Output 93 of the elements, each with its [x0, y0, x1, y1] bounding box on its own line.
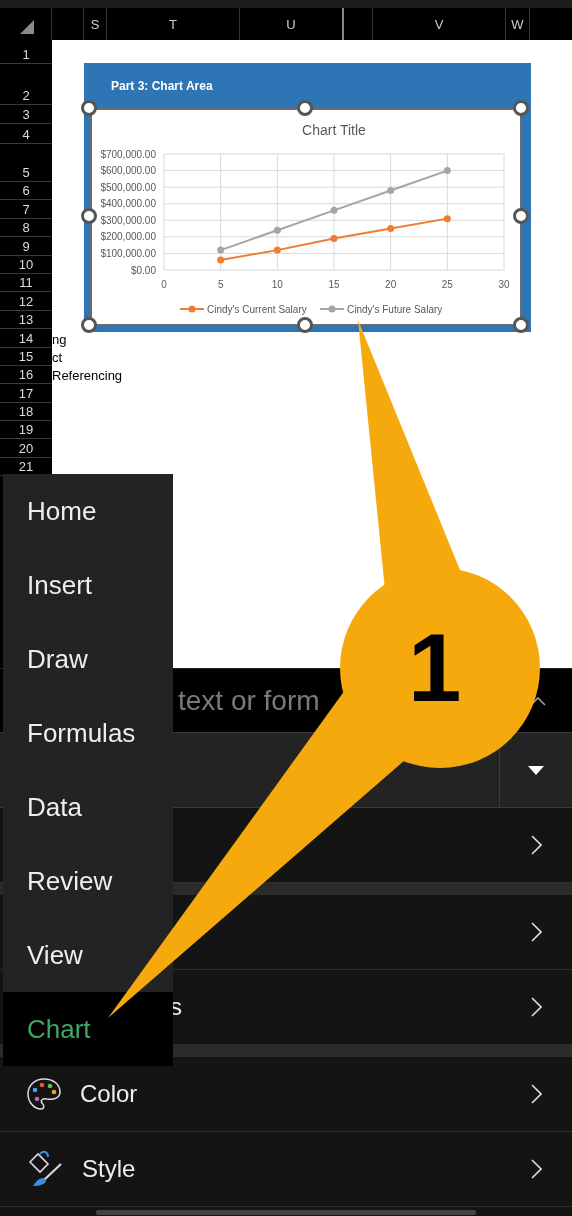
select-all-icon[interactable]: [20, 20, 34, 34]
menu-item[interactable]: Formulas: [3, 696, 173, 770]
y-tick-label: $0.00: [130, 264, 156, 276]
chevron-right-icon: [531, 1084, 542, 1104]
menu-item[interactable]: Review: [3, 844, 173, 918]
cell-text: ct: [52, 349, 63, 365]
resize-handle[interactable]: [513, 208, 529, 224]
y-tick-label: $200,000.00: [100, 231, 156, 243]
row-number[interactable]: 16: [18, 367, 34, 383]
column-header[interactable]: V: [434, 16, 444, 32]
row-label: Color: [80, 1080, 138, 1108]
paint-brush-icon: [26, 1150, 64, 1188]
data-point: [443, 215, 451, 223]
column-header[interactable]: T: [169, 16, 177, 32]
row-number[interactable]: 19: [18, 422, 34, 438]
row-number[interactable]: 14: [18, 330, 34, 346]
data-point: [330, 235, 338, 242]
column-header[interactable]: W: [511, 16, 524, 32]
row-number[interactable]: 9: [22, 238, 30, 254]
y-tick-label: $100,000.00: [100, 247, 156, 259]
callout-number: 1: [408, 620, 462, 716]
x-tick-label: 20: [385, 279, 397, 290]
row-number[interactable]: 15: [18, 348, 34, 364]
row-number[interactable]: 4: [22, 127, 30, 142]
row-number[interactable]: 2: [22, 88, 30, 103]
chart-object[interactable]: Part 3: Chart Area Chart Title $0.00 $100,000.00 $200,000.00 $300,000.00 $400,000.00 $500,000.00 $600,000.00 $700,000.00 0 5 10 15 20 25 30 Cindy's Current Salary Cindy's Future Salary: [84, 63, 531, 332]
x-tick-label: 10: [271, 279, 283, 290]
resize-handle[interactable]: [81, 208, 97, 224]
data-point: [217, 246, 225, 254]
resize-handle[interactable]: [513, 317, 529, 333]
legend-marker-icon: [319, 305, 345, 313]
resize-handle[interactable]: [297, 100, 313, 116]
row-number[interactable]: 8: [22, 220, 30, 236]
data-point: [443, 167, 451, 175]
row-label: Style: [82, 1155, 136, 1183]
row-number[interactable]: 13: [18, 312, 34, 328]
column-header[interactable]: S: [90, 16, 100, 32]
row-number[interactable]: 18: [18, 404, 34, 420]
row-number[interactable]: 3: [22, 107, 30, 122]
row-number[interactable]: 12: [18, 293, 34, 309]
menu-item[interactable]: Home: [3, 474, 173, 548]
chart-header-text: Part 3: Chart Area: [111, 78, 213, 93]
data-point: [273, 226, 281, 234]
y-tick-label: $600,000.00: [100, 165, 156, 177]
settings-row[interactable]: Style: [0, 1132, 572, 1207]
chart-title: Chart Title: [302, 122, 366, 138]
row-number[interactable]: 11: [19, 275, 33, 291]
data-point: [330, 206, 338, 214]
x-tick-label: 0: [161, 279, 167, 290]
cell-text: ng: [52, 331, 67, 347]
chevron-right-icon: [531, 997, 542, 1017]
x-tick-label: 5: [217, 279, 224, 290]
x-tick-label: 30: [498, 279, 510, 290]
menu-item[interactable]: Draw: [3, 622, 173, 696]
chevron-right-icon: [531, 835, 542, 855]
menu-item[interactable]: Chart: [3, 992, 173, 1066]
menu-item[interactable]: Data: [3, 770, 173, 844]
legend-label: Cindy's Future Salary: [347, 303, 443, 315]
column-header[interactable]: U: [286, 16, 296, 32]
data-point: [217, 256, 225, 264]
data-point: [387, 225, 395, 233]
row-number[interactable]: 7: [22, 201, 30, 217]
chevron-right-icon: [531, 922, 542, 942]
y-tick-label: $700,000.00: [100, 148, 156, 160]
chevron-right-icon: [531, 1159, 542, 1179]
x-tick-label: 25: [441, 279, 453, 290]
y-tick-label: $500,000.00: [100, 181, 156, 193]
row-number[interactable]: 21: [18, 459, 34, 475]
row-number[interactable]: 20: [18, 440, 34, 456]
scrollbar[interactable]: [96, 1210, 476, 1215]
cell-text: Referencing: [52, 368, 123, 384]
data-point: [273, 246, 281, 254]
resize-handle[interactable]: [513, 100, 529, 116]
palette-icon: [26, 1076, 62, 1112]
y-tick-label: $400,000.00: [100, 198, 156, 210]
resize-handle[interactable]: [81, 100, 97, 116]
y-tick-label: $300,000.00: [100, 214, 156, 226]
data-point: [387, 186, 395, 194]
x-tick-label: 15: [328, 279, 340, 290]
legend-marker-icon: [179, 305, 205, 313]
row-number[interactable]: 6: [22, 183, 30, 199]
row-number[interactable]: 1: [22, 47, 30, 62]
resize-handle[interactable]: [81, 317, 97, 333]
menu-item[interactable]: Insert: [3, 548, 173, 622]
legend-label: Cindy's Current Salary: [207, 303, 307, 315]
chevron-up-icon[interactable]: [530, 695, 546, 706]
row-number[interactable]: 5: [22, 165, 30, 180]
resize-handle[interactable]: [297, 317, 313, 333]
row-number[interactable]: 10: [18, 256, 34, 272]
chart-area[interactable]: Chart Title $0.00 $100,000.00 $200,000.00 $300,000.00 $400,000.00 $500,000.00 $600,000.00 $700,000.00 0 5 10 15 20 25 30 Cindy's Current Salary Cindy's Future Salary: [90, 108, 522, 326]
formula-input[interactable]: text or form: [178, 684, 348, 717]
dropdown-caret-icon[interactable]: [528, 765, 544, 775]
row-number[interactable]: 17: [18, 385, 34, 401]
